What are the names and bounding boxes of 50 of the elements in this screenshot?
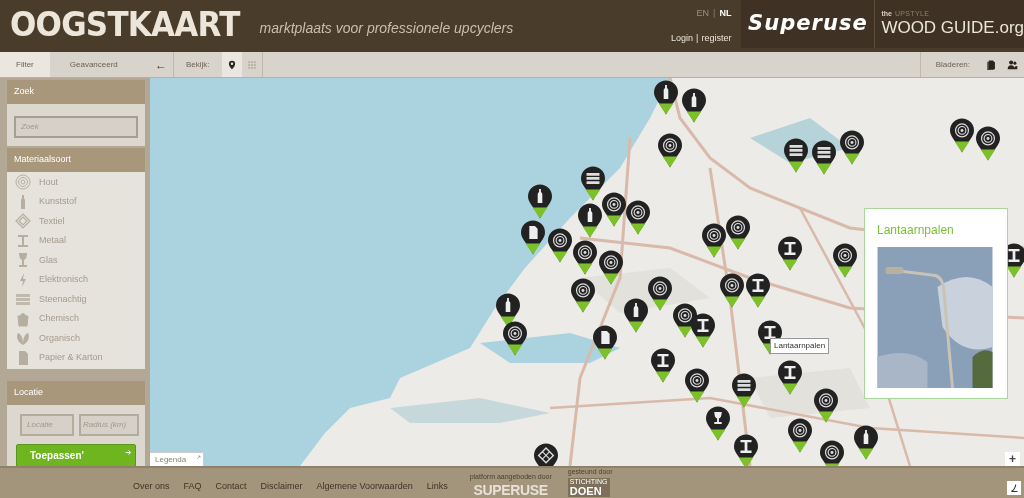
- tagline: marktplaats voor professionele upcyclers: [259, 19, 514, 38]
- footer-link[interactable]: Contact: [215, 479, 247, 493]
- apply-button[interactable]: Toepassen': [16, 443, 136, 467]
- footer-link[interactable]: FAQ: [183, 479, 202, 493]
- superuse-logo[interactable]: SUPERUSE: [473, 483, 548, 497]
- footer-link[interactable]: Over ons: [133, 479, 170, 493]
- collapse-button[interactable]: ←: [149, 52, 173, 77]
- footer-link[interactable]: Disclaimer: [260, 479, 303, 493]
- documents-icon[interactable]: [986, 59, 997, 70]
- footer-link[interactable]: Algemene Voorwaarden: [316, 479, 413, 493]
- separator-text: |: [696, 32, 699, 45]
- material-icon: [15, 213, 31, 230]
- section-header: Locatie: [7, 380, 145, 405]
- view-label: Bekijk:: [185, 58, 211, 71]
- material-icon: [15, 174, 31, 191]
- material-item[interactable]: Steenachtig: [7, 289, 145, 309]
- material-item[interactable]: Glas: [7, 250, 145, 270]
- material-item[interactable]: Hout: [7, 172, 145, 192]
- register-link[interactable]: register: [701, 32, 732, 46]
- filter-tab[interactable]: Filter: [0, 52, 50, 77]
- arrow-icon: [125, 448, 132, 456]
- language-link[interactable]: EN: [696, 6, 710, 20]
- material-item[interactable]: Elektronisch: [7, 270, 145, 290]
- language-link[interactable]: NL: [719, 6, 732, 20]
- material-item[interactable]: Papier & Karton: [7, 348, 145, 368]
- material-item[interactable]: Organisch: [7, 328, 145, 348]
- material-item[interactable]: Chemisch: [7, 309, 145, 329]
- site-logo-icon[interactable]: [1007, 481, 1021, 495]
- material-icon: [15, 310, 31, 327]
- material-item[interactable]: Metaal: [7, 231, 145, 251]
- separator-text: |: [713, 6, 716, 20]
- footer-link[interactable]: Links: [426, 479, 448, 493]
- section-header: Zoek: [7, 80, 145, 104]
- site-logo[interactable]: OOGSTKAART: [10, 7, 240, 42]
- wood-guide-logo[interactable]: WOOD GUIDE.org: [881, 16, 1024, 39]
- material-icon: [15, 232, 31, 249]
- users-icon[interactable]: [1007, 59, 1018, 70]
- location-field[interactable]: Locatie: [20, 413, 74, 436]
- view-toggle[interactable]: [221, 52, 242, 77]
- material-icon: [15, 330, 31, 347]
- login-link[interactable]: Login: [671, 32, 694, 46]
- grid-icon: [246, 59, 257, 70]
- material-item[interactable]: Textiel: [7, 211, 145, 231]
- search-field[interactable]: Zoek: [14, 115, 138, 138]
- material-item[interactable]: Kunststof: [7, 192, 145, 212]
- material-icon: [15, 291, 31, 308]
- browse-label: Bladeren:: [935, 58, 970, 71]
- map-pin-icon: [226, 59, 237, 70]
- section-header: Materiaalsoort: [7, 147, 145, 172]
- filter-tab[interactable]: Geavanceerd: [49, 52, 134, 77]
